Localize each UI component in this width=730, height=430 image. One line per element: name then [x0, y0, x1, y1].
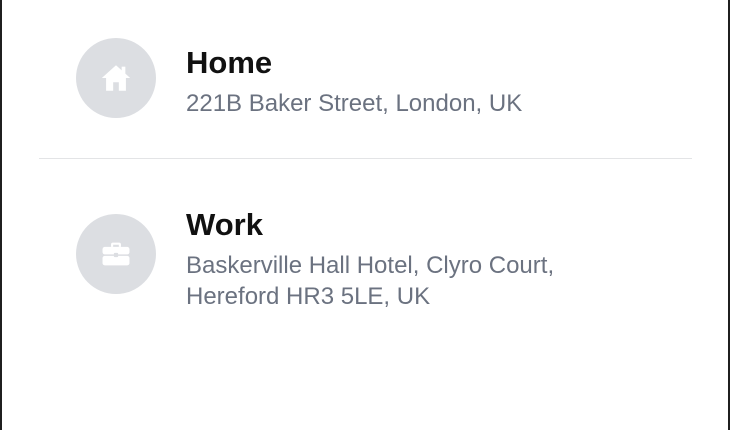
address-item-work[interactable]: Work Baskerville Hall Hotel, Clyro Court… [76, 200, 696, 320]
home-avatar [76, 38, 156, 118]
address-item-text: Work Baskerville Hall Hotel, Clyro Court… [186, 206, 686, 312]
address-item-home[interactable]: Home 221B Baker Street, London, UK [76, 38, 696, 122]
home-icon [99, 61, 133, 95]
address-item-text: Home 221B Baker Street, London, UK [186, 44, 686, 119]
address-line: 221B Baker Street, London, UK [186, 90, 523, 117]
saved-addresses-list: Home 221B Baker Street, London, UK Work … [0, 0, 730, 430]
work-avatar [76, 214, 156, 294]
address-line: Baskerville Hall Hotel, Clyro Court, Her… [186, 252, 555, 310]
address-title: Work [186, 207, 263, 242]
address-title: Home [186, 45, 273, 80]
list-divider [39, 158, 692, 159]
briefcase-icon [99, 237, 133, 271]
